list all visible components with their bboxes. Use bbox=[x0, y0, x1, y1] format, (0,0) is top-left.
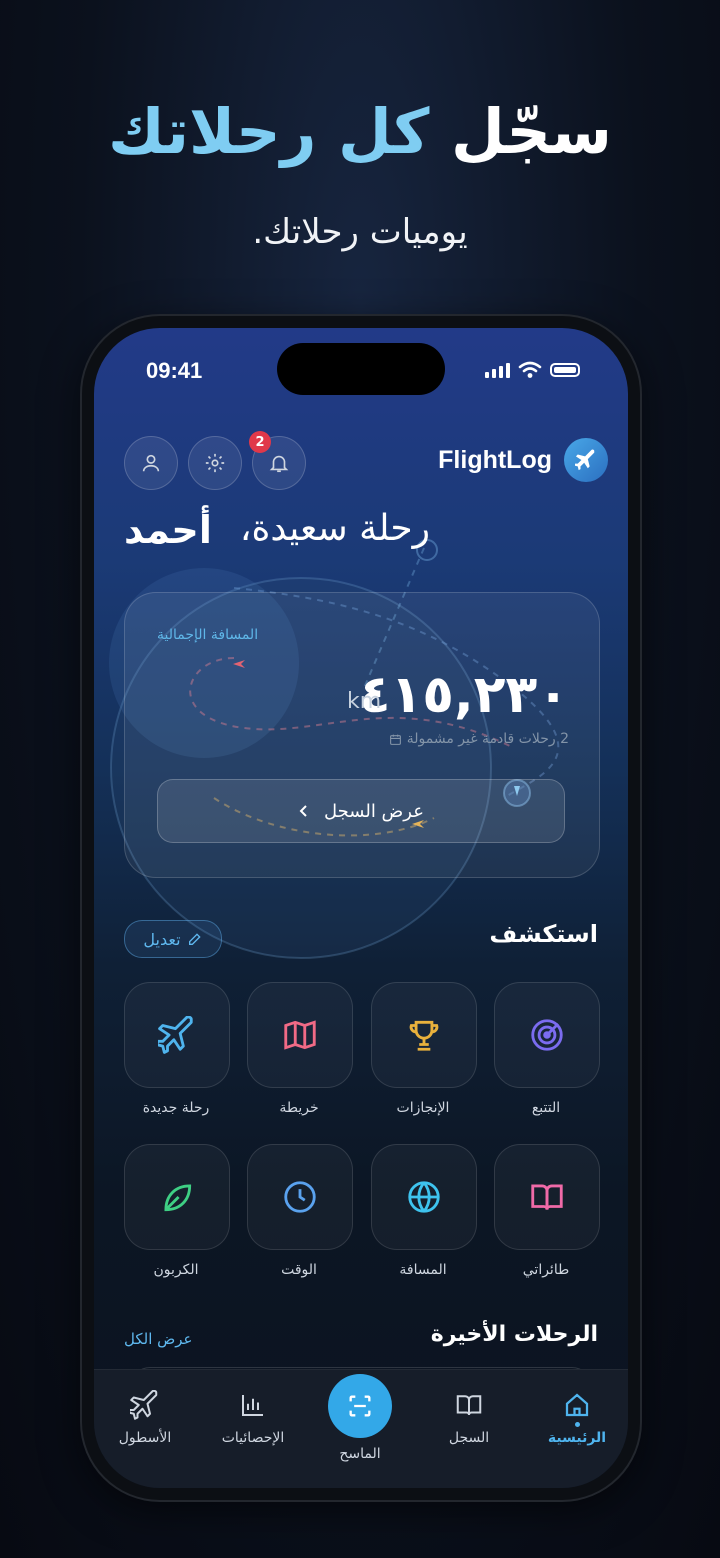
distance-unit: km bbox=[347, 689, 382, 714]
recent-flights-title: الرحلات الأخيرة bbox=[430, 1322, 598, 1347]
home-icon bbox=[565, 1393, 589, 1417]
nav-home-label: الرئيسية bbox=[547, 1430, 607, 1446]
greeting-name: أحمد bbox=[124, 508, 212, 552]
clock-icon bbox=[284, 1181, 316, 1213]
bottom-nav: الرئيسية السجل الماسح الإحصائيات الأسطول bbox=[94, 1369, 628, 1488]
app-logo bbox=[564, 438, 608, 482]
scan-icon bbox=[349, 1395, 371, 1417]
radar-icon bbox=[531, 1019, 563, 1051]
globe-icon bbox=[408, 1181, 440, 1213]
distance-label: المسافة الإجمالية bbox=[157, 627, 259, 643]
dynamic-island bbox=[277, 343, 445, 395]
trophy-icon bbox=[409, 1020, 439, 1051]
tile-tracking-label: التتبع bbox=[531, 1100, 561, 1116]
gear-icon bbox=[205, 453, 225, 473]
tile-distance-label: المسافة bbox=[399, 1262, 447, 1278]
tile-tracking[interactable] bbox=[494, 982, 600, 1088]
tile-new-flight-label: رحلة جديدة bbox=[142, 1100, 210, 1116]
promo-subheadline: يوميات رحلاتك. bbox=[252, 212, 468, 252]
tile-distance[interactable] bbox=[371, 1144, 477, 1250]
bell-icon bbox=[269, 455, 289, 473]
view-log-button[interactable]: عرض السجل bbox=[157, 779, 565, 843]
plane-icon bbox=[127, 1389, 158, 1420]
tile-achievements-label: الإنجازات bbox=[396, 1100, 450, 1116]
explore-title: استكشف bbox=[489, 920, 598, 948]
tile-my-aircraft[interactable] bbox=[494, 1144, 600, 1250]
tile-time-label: الوقت bbox=[281, 1262, 317, 1278]
upcoming-note-text: 2 رحلات قادمة غير مشمولة bbox=[406, 731, 569, 747]
view-log-label: عرض السجل bbox=[324, 800, 424, 822]
promo-headline-part2: كل رحلاتك bbox=[107, 95, 430, 168]
plane-icon bbox=[575, 449, 595, 471]
nav-scanner-button[interactable] bbox=[328, 1374, 392, 1438]
distance-value: ٤١٥,٢٣٠ bbox=[358, 665, 569, 725]
tile-carbon[interactable] bbox=[124, 1144, 230, 1250]
notifications-button[interactable]: 2 bbox=[249, 431, 306, 490]
nav-stats[interactable]: الإحصائيات bbox=[208, 1390, 298, 1446]
tile-map-label: خريطة bbox=[279, 1100, 319, 1116]
phone-frame: 09:41 2 FlightLog رحلة سعيدة، أحمد المسا… bbox=[82, 316, 640, 1500]
notification-badge: 2 bbox=[249, 431, 271, 453]
nav-log-label: السجل bbox=[448, 1430, 490, 1446]
nav-stats-label: الإحصائيات bbox=[221, 1430, 285, 1446]
nav-home[interactable]: الرئيسية bbox=[532, 1390, 622, 1446]
user-icon bbox=[142, 454, 160, 472]
tile-map[interactable] bbox=[247, 982, 353, 1088]
book-icon bbox=[456, 1395, 482, 1416]
plane-icon bbox=[158, 1016, 193, 1054]
status-time: 09:41 bbox=[146, 358, 203, 383]
bar-chart-icon bbox=[242, 1395, 263, 1416]
leaf-icon bbox=[164, 1184, 192, 1212]
edit-button[interactable]: تعديل bbox=[124, 920, 222, 958]
promo-headline: سجّل كل رحلاتك bbox=[0, 95, 720, 168]
tile-achievements[interactable] bbox=[371, 982, 477, 1088]
battery-icon bbox=[550, 363, 580, 377]
nav-active-indicator bbox=[575, 1422, 580, 1427]
status-icons bbox=[485, 361, 580, 379]
map-icon bbox=[284, 1020, 316, 1050]
distance-card: المسافة الإجمالية ٤١٥,٢٣٠ km 2 رحلات قاد… bbox=[124, 592, 600, 878]
pencil-icon bbox=[188, 933, 201, 945]
tile-carbon-label: الكربون bbox=[153, 1262, 199, 1278]
upcoming-note: 2 رحلات قادمة غير مشمولة bbox=[389, 731, 569, 747]
tile-my-aircraft-label: طائراتي bbox=[522, 1262, 570, 1278]
profile-button[interactable] bbox=[124, 436, 178, 490]
nav-fleet-label: الأسطول bbox=[118, 1430, 172, 1446]
calendar-icon bbox=[390, 734, 402, 745]
app-screen: 09:41 2 FlightLog رحلة سعيدة، أحمد المسا… bbox=[94, 328, 628, 1488]
chevron-left-icon bbox=[299, 805, 307, 817]
tile-new-flight[interactable] bbox=[124, 982, 230, 1088]
app-name: FlightLog bbox=[438, 445, 552, 474]
see-all-link[interactable]: عرض الكل bbox=[124, 1330, 193, 1348]
app-brand: FlightLog bbox=[438, 438, 608, 482]
tile-time[interactable] bbox=[247, 1144, 353, 1250]
nav-fleet[interactable]: الأسطول bbox=[100, 1389, 190, 1446]
greeting-text: رحلة سعيدة، bbox=[239, 508, 430, 549]
settings-button[interactable] bbox=[188, 436, 242, 490]
signal-icon bbox=[485, 362, 510, 378]
nav-log[interactable]: السجل bbox=[424, 1390, 514, 1446]
promo-headline-part1: سجّل bbox=[451, 95, 613, 168]
nav-scanner-label: الماسح bbox=[339, 1446, 381, 1462]
wifi-icon bbox=[518, 361, 542, 378]
edit-label: تعديل bbox=[143, 929, 181, 949]
book-icon bbox=[531, 1184, 563, 1210]
